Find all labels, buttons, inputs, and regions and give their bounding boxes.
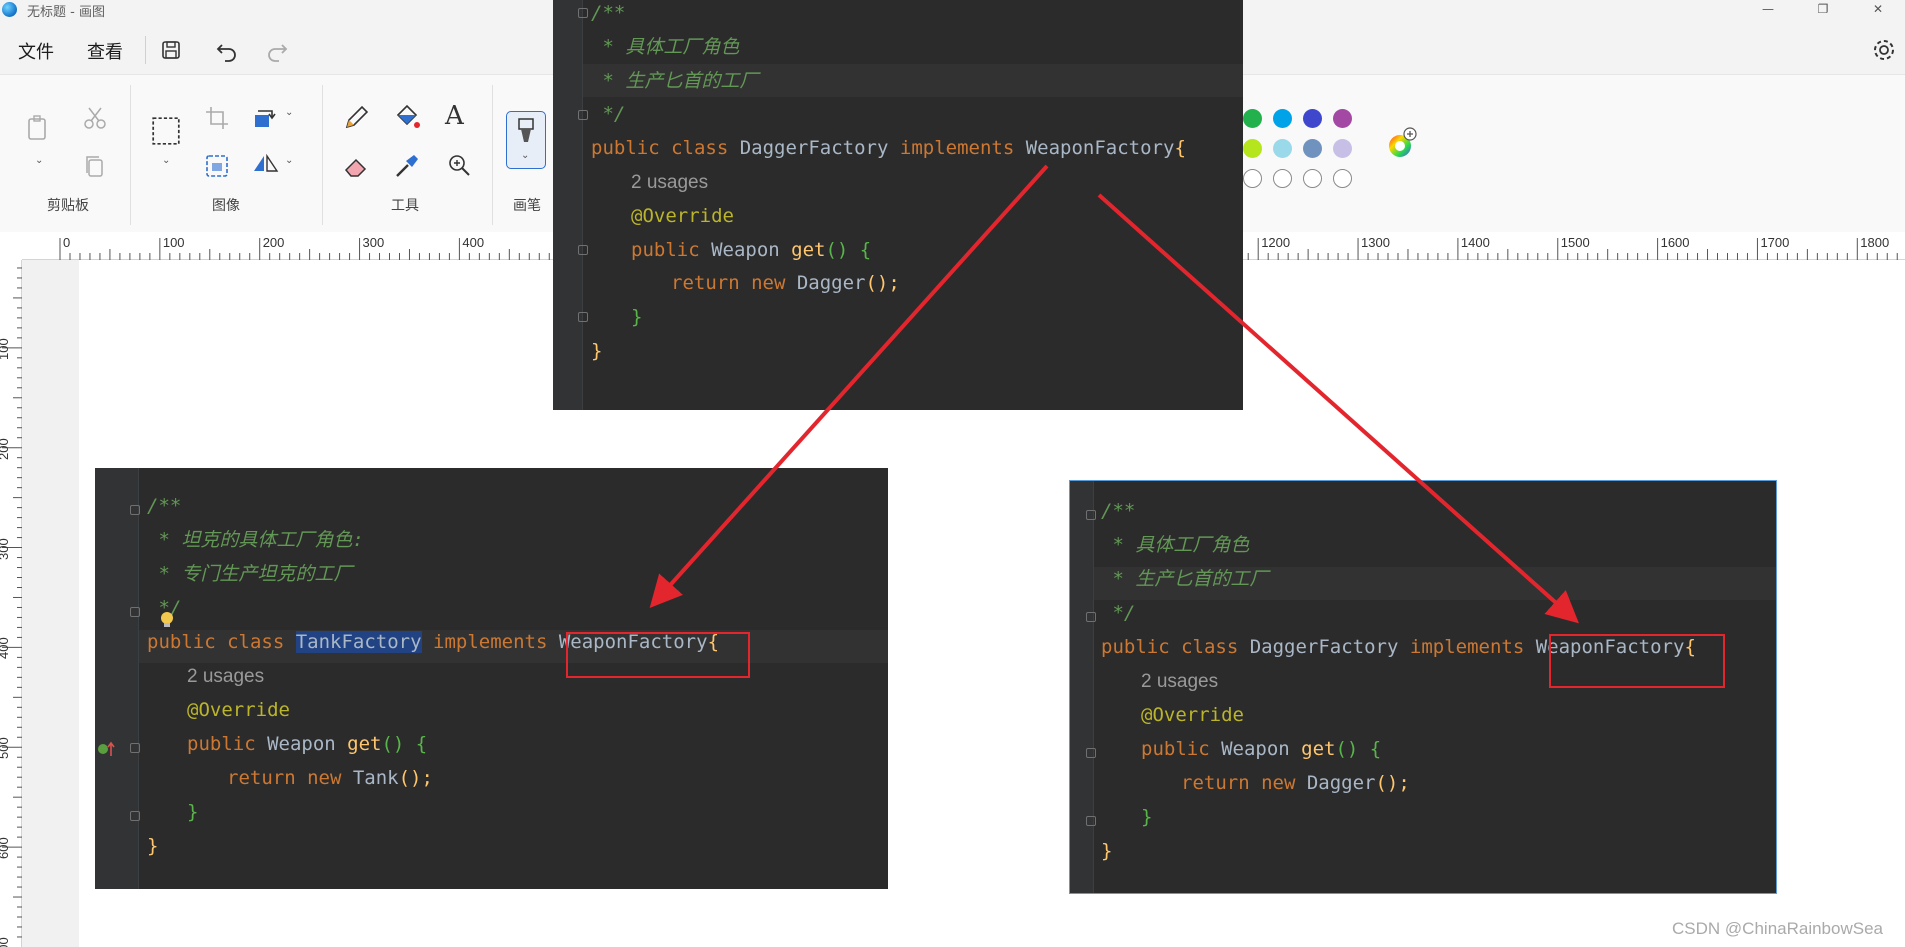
annotation-arrows xyxy=(649,164,1579,624)
arrow-to-left-snippet xyxy=(649,164,1049,608)
watermark: CSDN @ChinaRainbowSea xyxy=(1672,919,1883,938)
arrow-to-right-snippet xyxy=(1097,193,1579,624)
paint-app: 无标题 - 画图 — ❐ ✕ 文件 查看 ⌄ 剪贴板 ⌄ ⌄ ⌄ 图像 A 工具… xyxy=(0,0,1905,947)
